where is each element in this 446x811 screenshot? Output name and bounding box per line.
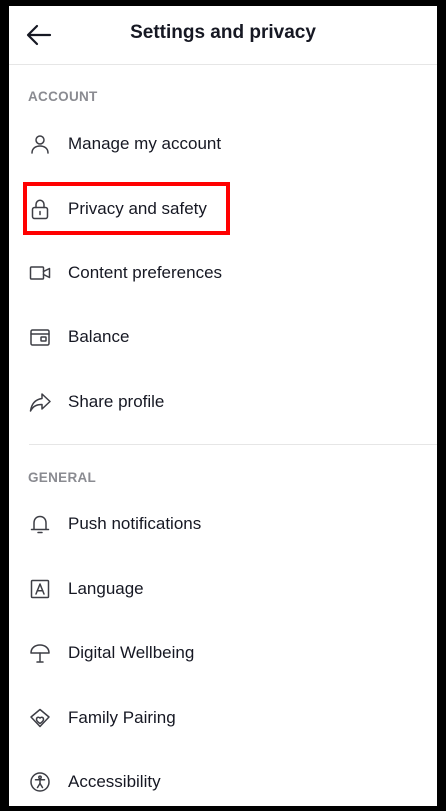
menu-item-share-profile[interactable]: Share profile xyxy=(9,376,437,428)
menu-item-label: Content preferences xyxy=(68,263,223,282)
person-icon xyxy=(29,133,51,155)
menu-item-language[interactable]: Language xyxy=(9,563,437,615)
section-label-general: GENERAL xyxy=(28,470,97,485)
share-arrow-icon xyxy=(29,391,51,413)
menu-item-label: Share profile xyxy=(68,392,165,411)
header-bar: Settings and privacy xyxy=(9,6,437,65)
settings-screen: Settings and privacy ACCOUNT Manage my a… xyxy=(9,6,437,806)
menu-item-label: Privacy and safety xyxy=(68,199,207,218)
bell-icon xyxy=(29,513,51,535)
menu-item-label: Language xyxy=(68,579,144,598)
menu-item-label: Digital Wellbeing xyxy=(68,643,195,662)
accessibility-icon xyxy=(29,771,51,793)
menu-item-content-preferences[interactable]: Content preferences xyxy=(9,247,437,299)
menu-item-privacy-safety[interactable]: Privacy and safety xyxy=(9,183,437,235)
menu-item-label: Manage my account xyxy=(68,134,222,153)
menu-item-digital-wellbeing[interactable]: Digital Wellbeing xyxy=(9,627,437,679)
lock-icon xyxy=(29,198,51,220)
menu-item-label: Accessibility xyxy=(68,772,161,791)
section-divider xyxy=(29,444,437,445)
menu-item-family-pairing[interactable]: Family Pairing xyxy=(9,692,437,744)
section-label-account: ACCOUNT xyxy=(28,89,98,104)
menu-item-balance[interactable]: Balance xyxy=(9,311,437,363)
umbrella-icon xyxy=(29,642,51,664)
video-camera-icon xyxy=(29,262,51,284)
menu-item-label: Push notifications xyxy=(68,514,202,533)
menu-item-label: Family Pairing xyxy=(68,708,176,727)
menu-item-accessibility[interactable]: Accessibility xyxy=(9,756,437,806)
wallet-icon xyxy=(29,326,51,348)
menu-item-label: Balance xyxy=(68,327,130,346)
family-house-icon xyxy=(29,707,51,729)
menu-item-manage-account[interactable]: Manage my account xyxy=(9,118,437,170)
page-title: Settings and privacy xyxy=(130,22,316,43)
language-a-icon xyxy=(29,578,51,600)
menu-item-push-notifications[interactable]: Push notifications xyxy=(9,498,437,550)
